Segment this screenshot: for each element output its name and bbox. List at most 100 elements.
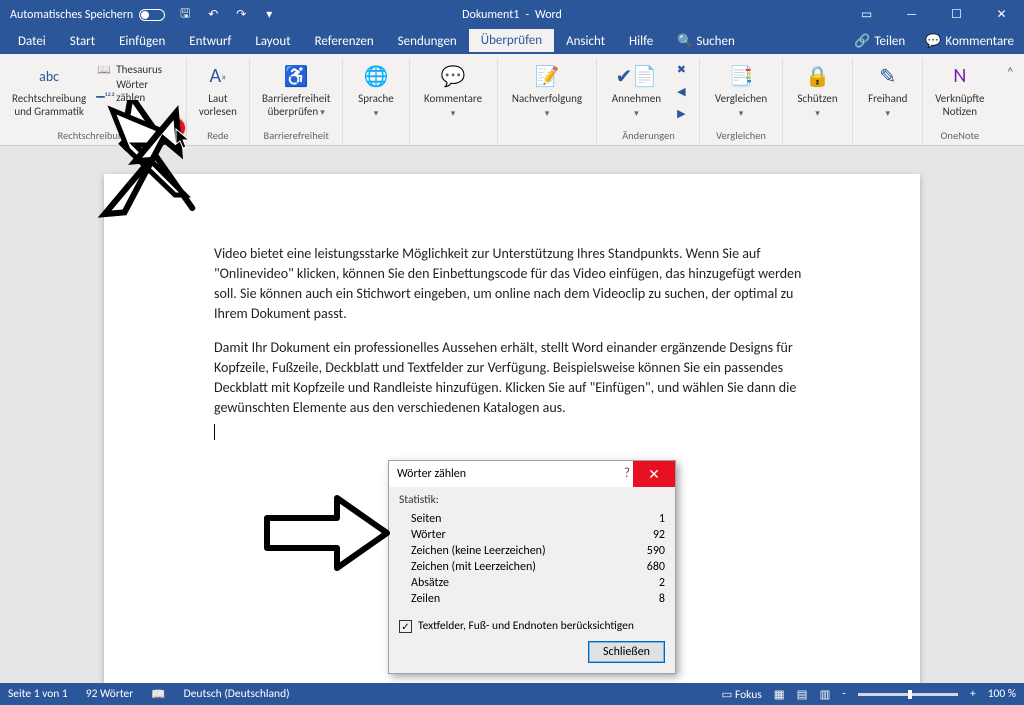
checkbox-checked-icon[interactable]: ✓: [399, 620, 412, 633]
comment-icon: 💬: [441, 60, 466, 92]
status-bar: Seite 1 von 1 92 Wörter 📖 Deutsch (Deuts…: [0, 683, 1024, 705]
paragraph: Damit Ihr Dokument ein professionelles A…: [214, 338, 810, 418]
group-protect: 🔒 Schützen: [783, 58, 854, 145]
view-print-icon[interactable]: ▤: [797, 687, 808, 702]
minimize-icon[interactable]: —: [889, 0, 934, 29]
stat-label: Zeichen (mit Leerzeichen): [411, 560, 536, 574]
group-ink: ✎ Freihand: [853, 58, 923, 145]
highlight-marker: [165, 118, 185, 138]
qat-customize-icon[interactable]: ▾: [261, 7, 277, 23]
reject-button[interactable]: ✖: [669, 58, 693, 80]
search-tab[interactable]: 🔍 Suchen: [665, 30, 747, 53]
text-cursor: [214, 424, 215, 440]
next-change-button[interactable]: ▶: [669, 102, 693, 124]
tab-layout[interactable]: Layout: [243, 30, 302, 53]
status-proofing-icon[interactable]: 📖: [151, 687, 165, 702]
group-caption: Rechtschreibung: [58, 129, 129, 145]
tab-sendungen[interactable]: Sendungen: [386, 30, 469, 53]
help-icon[interactable]: ?: [624, 466, 630, 481]
tab-ueberpruefen[interactable]: Überprüfen: [469, 29, 554, 54]
focus-mode-button[interactable]: ▭ Fokus: [722, 687, 762, 702]
prev-icon: ◀: [673, 85, 689, 98]
ink-button[interactable]: ✎ Freihand: [859, 58, 916, 122]
next-icon: ▶: [673, 107, 689, 120]
ribbon-display-icon[interactable]: ▭: [844, 0, 889, 29]
tab-entwurf[interactable]: Entwurf: [177, 30, 243, 53]
thesaurus-button[interactable]: 📖Thesaurus: [92, 58, 180, 80]
doc-title: Dokument1: [462, 8, 519, 22]
include-textboxes-checkbox[interactable]: ✓ Textfelder, Fuß- und Endnoten berücksi…: [389, 615, 675, 633]
tab-einfuegen[interactable]: Einfügen: [107, 30, 177, 53]
comments-button[interactable]: 💬 Kommentare: [915, 30, 1024, 53]
tab-ansicht[interactable]: Ansicht: [554, 30, 617, 53]
maximize-icon[interactable]: ☐: [934, 0, 979, 29]
zoom-level[interactable]: 100 %: [988, 687, 1016, 701]
undo-icon[interactable]: ↶: [205, 7, 221, 23]
word-count-button[interactable]: ▁₁₂₃Wörter zählen: [92, 80, 180, 102]
dialog-stats-group: Statistik: Seiten1Wörter92Zeichen (keine…: [389, 487, 675, 615]
autosave-toggle[interactable]: Automatisches Speichern: [0, 8, 165, 22]
group-changes: ✔📄 Annehmen ✖ ◀ ▶ Änderungen: [597, 58, 700, 145]
redo-icon[interactable]: ↷: [233, 7, 249, 23]
zoom-slider[interactable]: [858, 693, 958, 696]
window-controls: ▭ — ☐ ✕: [844, 0, 1024, 29]
close-icon[interactable]: ✕: [979, 0, 1024, 29]
protect-button[interactable]: 🔒 Schützen: [789, 58, 847, 122]
tab-hilfe[interactable]: Hilfe: [617, 30, 665, 53]
stat-row: Absätze 2: [399, 575, 665, 591]
status-language[interactable]: Deutsch (Deutschland): [184, 687, 290, 701]
stat-value: 590: [647, 544, 665, 558]
read-aloud-icon: A»: [210, 60, 227, 92]
linked-notes-button[interactable]: N VerknüpfteNotizen: [929, 58, 990, 120]
stat-row: Zeichen (keine Leerzeichen)590: [399, 543, 665, 559]
stat-label: Absätze: [411, 576, 449, 590]
zoom-out-icon[interactable]: -: [842, 687, 846, 701]
title-bar: Automatisches Speichern 🖫 ↶ ↷ ▾ Dokument…: [0, 0, 1024, 29]
group-comments: 💬 Kommentare: [410, 58, 498, 145]
dialog-close-button[interactable]: Schließen: [588, 641, 665, 663]
reject-icon: ✖: [673, 63, 689, 76]
group-language: 🌐 Sprache: [343, 58, 409, 145]
compare-button[interactable]: 📑 Vergleichen: [706, 58, 775, 122]
comments-ribbon-button[interactable]: 💬 Kommentare: [416, 58, 491, 122]
spelling-grammar-button[interactable]: abc Rechtschreibungund Grammatik: [6, 58, 92, 120]
word-count-icon: ▁₁₂₃: [96, 85, 112, 98]
quick-access-toolbar: 🖫 ↶ ↷ ▾: [177, 7, 277, 23]
stat-label: Seiten: [411, 512, 441, 526]
word-count-dialog: Wörter zählen ? ✕ Statistik: Seiten1Wört…: [388, 460, 676, 674]
group-onenote: N VerknüpfteNotizen OneNote: [923, 58, 996, 145]
stat-row: Seiten 1: [399, 511, 665, 527]
group-tracking: 📝 Nachverfolgung: [498, 58, 598, 145]
ribbon-tabs: Datei Start Einfügen Entwurf Layout Refe…: [0, 29, 1024, 54]
view-web-icon[interactable]: ▥: [820, 687, 831, 702]
tab-datei[interactable]: Datei: [6, 30, 58, 53]
accept-button[interactable]: ✔📄 Annehmen: [603, 58, 669, 122]
zoom-in-icon[interactable]: +: [970, 687, 976, 701]
tab-referenzen[interactable]: Referenzen: [303, 30, 386, 53]
collapse-ribbon-icon[interactable]: ˄: [997, 58, 1024, 145]
save-icon[interactable]: 🖫: [177, 7, 193, 23]
stat-value: 2: [659, 576, 665, 590]
stat-value: 92: [653, 528, 665, 542]
dialog-title-bar[interactable]: Wörter zählen ? ✕: [389, 461, 675, 487]
status-page[interactable]: Seite 1 von 1: [8, 687, 68, 701]
view-readmode-icon[interactable]: ▦: [774, 687, 785, 702]
status-wordcount[interactable]: 92 Wörter: [86, 687, 134, 701]
toggle-off-icon[interactable]: [139, 9, 165, 21]
prev-change-button[interactable]: ◀: [669, 80, 693, 102]
tab-start[interactable]: Start: [58, 30, 107, 53]
stat-label: Zeilen: [411, 592, 440, 606]
language-icon: 🌐: [364, 60, 389, 92]
tracking-icon: 📝: [535, 60, 560, 92]
share-button[interactable]: 🔗 Teilen: [844, 30, 915, 53]
language-button[interactable]: 🌐 Sprache: [349, 58, 402, 122]
stat-value: 1: [659, 512, 665, 526]
accessibility-check-button[interactable]: ♿ Barrierefreiheitüberprüfen: [256, 58, 337, 121]
tracking-button[interactable]: 📝 Nachverfolgung: [504, 58, 591, 122]
ribbon: abc Rechtschreibungund Grammatik 📖Thesau…: [0, 54, 1024, 146]
dialog-close-icon[interactable]: ✕: [633, 461, 675, 487]
read-aloud-button[interactable]: A» Lautvorlesen: [193, 58, 243, 120]
stat-row: Zeilen8: [399, 591, 665, 607]
dialog-title: Wörter zählen: [397, 467, 466, 481]
abc-check-icon: abc: [39, 60, 59, 92]
